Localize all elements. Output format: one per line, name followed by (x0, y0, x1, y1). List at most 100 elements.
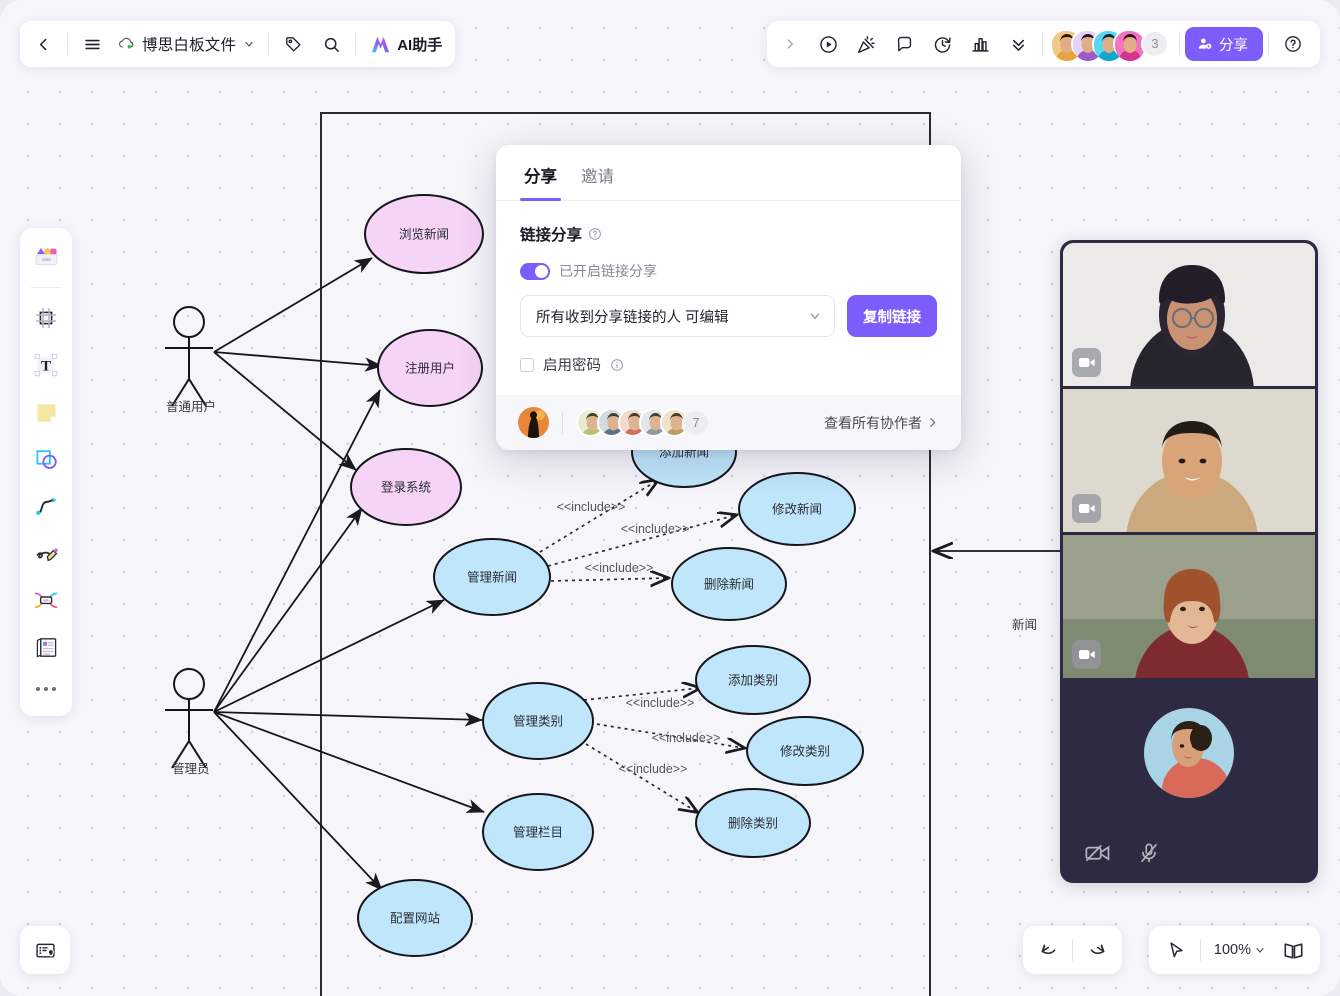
party-popper-icon (857, 35, 875, 53)
sticky-note-icon (37, 403, 55, 422)
user-add-icon (1198, 38, 1212, 49)
usecase-label: 添加类别 (728, 674, 778, 688)
chevron-down-icon (810, 313, 820, 320)
zoom-level-button[interactable]: 100% (1206, 932, 1274, 968)
collaborator-count[interactable]: 7 (682, 408, 710, 437)
pages-button[interactable] (1274, 931, 1312, 969)
collaborator-avatars[interactable] (576, 408, 689, 437)
share-dialog: 分享 邀请 链接分享 已开启链接分享 所有收到分享链接的人 可编辑 复制链接 启… (496, 145, 961, 450)
comment-bubble-icon (897, 36, 911, 51)
comment-button[interactable] (885, 25, 923, 63)
divider (1268, 33, 1269, 55)
document-title-chip[interactable]: 博思白板文件 (111, 25, 263, 63)
expand-toolbar-button[interactable] (771, 25, 809, 63)
usecase-label: 注册用户 (405, 361, 455, 376)
toggle-camera-button[interactable] (1085, 843, 1110, 868)
sidebar-item-sticky-note-tool[interactable] (25, 390, 67, 434)
cursor-tool-button[interactable] (1157, 931, 1195, 969)
link-share-toggle-row: 已开启链接分享 (520, 261, 937, 281)
zoom-toolbar: 100% (1148, 926, 1320, 974)
shape-square-circle-icon (36, 449, 57, 469)
tab-share[interactable]: 分享 (520, 163, 561, 201)
ai-sparkle-icon (372, 36, 390, 52)
help-button[interactable] (1274, 25, 1312, 63)
cloud-synced-icon (119, 37, 134, 49)
back-button[interactable] (24, 25, 62, 63)
permission-select[interactable]: 所有收到分享链接的人 可编辑 (520, 295, 835, 337)
online-avatar-count[interactable]: 3 (1141, 30, 1169, 58)
tag-button[interactable] (274, 25, 312, 63)
play-circle-icon (819, 35, 837, 53)
toggle-microphone-button[interactable] (1138, 842, 1160, 869)
link-share-toggle-label: 已开启链接分享 (559, 263, 657, 279)
microphone-off-icon (1141, 843, 1157, 862)
present-button[interactable] (809, 25, 847, 63)
sidebar-item-text-tool[interactable]: T (25, 343, 67, 387)
owner-avatar[interactable] (518, 407, 549, 438)
sidebar-item-pen-tool[interactable] (25, 531, 67, 575)
celebrate-button[interactable] (847, 25, 885, 63)
participant-tile-1[interactable] (1063, 243, 1315, 386)
mindmap-icon (34, 592, 58, 609)
ellipsis-icon (36, 687, 56, 691)
self-avatar-image (1144, 707, 1234, 798)
timer-icon (934, 36, 951, 53)
include-stereotype-label: <<include>> (652, 731, 721, 745)
usecase-label: 修改类别 (780, 744, 830, 759)
text-t-icon: T (34, 353, 58, 377)
camera-badge-2 (1072, 494, 1101, 523)
usecase-label: 修改新闻 (772, 502, 822, 517)
share-button[interactable]: 分享 (1185, 27, 1263, 61)
curve-line-icon (35, 496, 57, 515)
copy-link-button[interactable]: 复制链接 (847, 295, 937, 337)
share-dialog-tabs: 分享 邀请 (496, 145, 961, 201)
usecase-label: 配置网站 (390, 912, 440, 926)
permission-row: 所有收到分享链接的人 可编辑 复制链接 (520, 295, 937, 337)
chevron-right-icon (787, 39, 794, 49)
divider (268, 33, 270, 55)
online-avatar[interactable] (1113, 29, 1145, 61)
info-circle-icon[interactable] (610, 358, 624, 372)
chevron-left-icon (39, 38, 46, 50)
participant-tile-2[interactable] (1063, 389, 1315, 532)
menu-button[interactable] (73, 25, 111, 63)
sidebar-item-shape-tool[interactable] (25, 437, 67, 481)
chevron-down-icon (245, 41, 253, 47)
sidebar-item-template-tool[interactable] (25, 236, 67, 280)
divider (562, 411, 563, 434)
include-stereotype-label: <<include>> (621, 522, 690, 536)
sidebar-item-mindmap-tool[interactable] (25, 578, 67, 622)
pencil-scribble-icon (36, 548, 58, 561)
sidebar-item-document-tool[interactable] (25, 625, 67, 669)
participant-tile-3[interactable] (1063, 535, 1315, 678)
minimap-button[interactable] (20, 926, 70, 974)
vote-button[interactable] (961, 25, 999, 63)
undo-button[interactable] (1029, 931, 1067, 969)
more-options-button[interactable] (999, 25, 1037, 63)
tab-invite[interactable]: 邀请 (577, 163, 618, 200)
enable-password-checkbox[interactable] (520, 357, 534, 372)
question-circle-icon[interactable] (588, 227, 602, 241)
left-tool-rail: T (20, 228, 72, 716)
search-button[interactable] (312, 25, 350, 63)
ai-assistant-button[interactable]: AI助手 (361, 25, 451, 63)
sidebar-item-connector-tool[interactable] (25, 484, 67, 528)
camera-badge-1 (1072, 348, 1101, 377)
online-avatars[interactable] (1050, 29, 1145, 61)
timer-button[interactable] (923, 25, 961, 63)
redo-button[interactable] (1078, 931, 1116, 969)
sidebar-item-frame-tool[interactable] (25, 296, 67, 340)
cursor-pointer-icon (1170, 941, 1184, 957)
link-share-toggle[interactable] (520, 262, 550, 280)
collaborators-group: 7 (518, 407, 710, 438)
redo-arrow-icon (1090, 943, 1104, 954)
hamburger-menu-icon (84, 39, 100, 49)
tag-icon (285, 36, 301, 52)
link-share-title-text: 链接分享 (520, 227, 583, 244)
sidebar-item-more-tools[interactable] (25, 672, 67, 706)
enable-password-label: 启用密码 (543, 358, 601, 374)
usecase-label: 管理栏目 (513, 825, 563, 840)
participant-tile-self[interactable] (1063, 681, 1315, 824)
share-button-label: 分享 (1219, 37, 1248, 54)
view-all-collaborators-button[interactable]: 查看所有协作者 (824, 413, 939, 433)
